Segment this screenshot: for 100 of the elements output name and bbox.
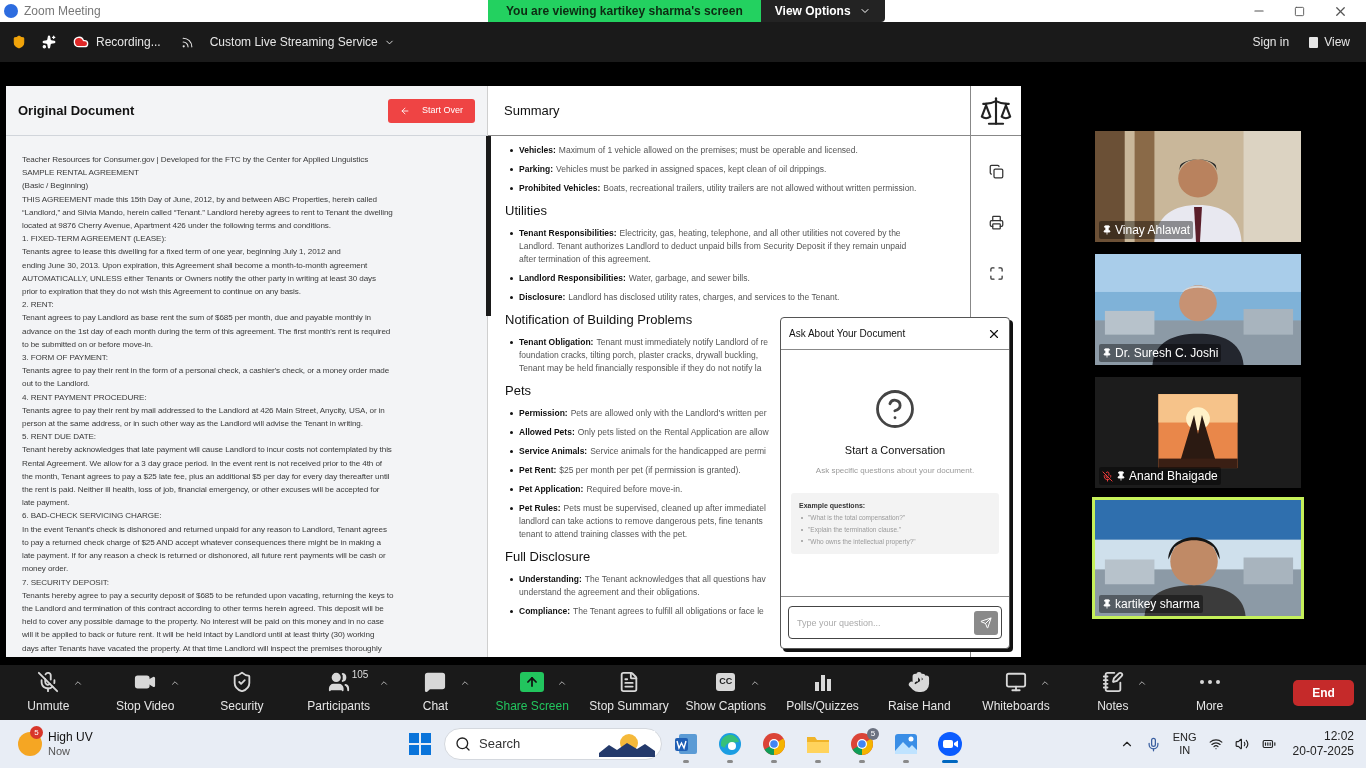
clock-time[interactable]: 12:02	[1323, 729, 1354, 744]
clock-date[interactable]: 20-07-2025	[1292, 744, 1354, 759]
view-options-button[interactable]: View Options	[760, 0, 885, 22]
document-text-line: days after Tenants have vacated the property. At that time Landlord will inspect the premises thoroughly	[22, 642, 383, 655]
toolbar-button[interactable]: Unmute	[0, 667, 97, 718]
wifi-icon[interactable]	[1208, 737, 1223, 751]
document-text-line: 4. RENT PAYMENT PROCEDURE:	[22, 391, 148, 404]
document-text-line: “Landlord,” and Silvia Mando, herein called “Tenant.” Landlord hereby agrees to rent to Tenant the dwelling	[22, 206, 394, 219]
sparkle-icon[interactable]	[42, 35, 56, 49]
participant-count: 105	[351, 668, 369, 682]
browser-swirl-icon	[717, 731, 743, 757]
bullet-icon	[510, 232, 513, 235]
panel-title: Original Document	[18, 101, 135, 120]
microphone-icon[interactable]	[1145, 736, 1161, 752]
toolbar-button[interactable]: Raise Hand	[870, 667, 968, 718]
document-text-line: Tenants agree to lease this dwelling for a fixed term of one year, beginning July 1, 2012 and	[22, 246, 342, 259]
item-text: The Tenant agrees to fulfill all obligations or face le	[573, 605, 764, 618]
toolbar-button[interactable]: Security	[193, 667, 291, 718]
end-button[interactable]: End	[1293, 679, 1354, 706]
empty-state-title: Start a Conversation	[844, 443, 946, 458]
search-label: Search	[479, 735, 521, 754]
question-field[interactable]: Type your question...	[788, 606, 1002, 639]
document-text-line: Tenant agrees to pay Landlord as base rent the sum of $685 per month, due and payable monthly in	[22, 312, 372, 325]
chrome-icon	[761, 731, 787, 757]
language-indicator[interactable]: ENG	[1172, 731, 1197, 744]
video-tile[interactable]: Anand Bhaigade	[1092, 374, 1304, 491]
document-text-line: Tenants agree to pay their rent in the form of a personal check, a cashier's check, or a money order made	[22, 365, 391, 378]
sign-in-link[interactable]: Sign in	[1252, 33, 1290, 51]
viewing-banner: You are viewing kartikey sharma's screen	[488, 0, 761, 22]
document-text-line: person at the same address, or in such other way as the Landlord will advise the Tenant in writing.	[22, 418, 364, 431]
document-text-line: Teacher Resources for Consumer.gov | Developed for the FTC by the Center for Applied Linguistics	[22, 154, 370, 166]
bullet-icon	[510, 488, 513, 491]
monitor-icon	[1005, 671, 1028, 693]
recording-status[interactable]: Recording...	[96, 33, 161, 51]
pin-icon	[1116, 471, 1126, 481]
streaming-dropdown[interactable]: Custom Live Streaming Service	[209, 33, 395, 51]
toolbar-button[interactable]: Share Screen	[483, 667, 581, 718]
item-label: Allowed Pets:	[519, 426, 575, 439]
copy-icon[interactable]	[988, 164, 1004, 179]
item-text: Water, garbage, and sewer bills.	[628, 272, 750, 285]
bullet-icon	[510, 149, 513, 152]
app-logo-icon	[4, 4, 18, 18]
notification-badge: 5	[30, 726, 43, 739]
section-heading: Utilities	[505, 202, 548, 220]
document-text-line: located at 9876 Cherry Avenue, Apartment 426 under the following terms and conditions.	[22, 220, 332, 232]
document-text-line: to pay a returned check charge of $25 AND accept whatever consequences there might be in making a	[22, 536, 382, 549]
rss-icon[interactable]	[180, 35, 194, 49]
document-text-line: THIS AGREEMENT made this 15th Day of June, 2012, by and between ABC Properties, herein called	[22, 193, 378, 206]
document-text-line: ending June 30, 2013. Upon expiration, this Agreement shall become a month-to-month agreement	[22, 259, 369, 272]
toolbar-button[interactable]: Chat	[387, 667, 484, 718]
document-text-line: the month, Tenant agrees to pay a $25 late fee, plus an additional $5 per day for every day thereafter until	[22, 470, 391, 483]
bullet-icon	[510, 507, 513, 510]
toolbar-button[interactable]: 105 Participants	[290, 667, 388, 718]
view-button[interactable]: View	[1309, 33, 1350, 51]
document-text-line: the Landlord and termination of this contract according to other terms herein agreed. This deposit will be	[22, 602, 385, 615]
print-icon[interactable]	[988, 215, 1004, 230]
document-text-line: will it be applied to back or future rent. It will be held intact by Landlord until at least thirty (30) working	[22, 629, 376, 642]
fullscreen-icon[interactable]	[988, 266, 1004, 281]
video-tile[interactable]: kartikey sharma	[1092, 497, 1304, 619]
video-tile[interactable]: Dr. Suresh C. Joshi	[1092, 251, 1304, 368]
document-text-line: 6. BAD-CHECK SERVICING CHARGE:	[22, 510, 163, 523]
toolbar-button[interactable]: Stop Video	[96, 667, 194, 718]
toolbar-button[interactable]: Stop Summary	[580, 667, 678, 718]
toolbar-button[interactable]: Notes	[1064, 667, 1162, 718]
pin-icon	[1102, 599, 1112, 609]
document-text-line: In the event Tenant's check is dishonored and returned unpaid for any reason to Landlord, Tenant agrees	[22, 523, 388, 536]
restore-icon[interactable]	[1294, 5, 1305, 17]
toolbar-button[interactable]: CC Show Captions	[677, 667, 775, 718]
item-text: Tenant may be held financially responsible if they do not notify la	[519, 362, 763, 375]
document-text-line: Tenants hereby agree to pay a security deposit of $685 to be refunded upon vacating, returning the keys to	[22, 589, 395, 602]
item-text: Pets are allowed only with the Landlord's written per	[570, 407, 767, 420]
battery-icon[interactable]	[1260, 737, 1277, 751]
more-icon	[1199, 680, 1220, 684]
people-icon	[327, 671, 350, 693]
send-icon	[980, 616, 992, 629]
search-field[interactable]: Search	[444, 728, 662, 760]
section-heading: Full Disclosure	[505, 548, 592, 566]
item-text: Electricity, gas, heating, telephone, and all other utilities not covered by the	[619, 227, 901, 240]
bullet-icon	[510, 469, 513, 472]
item-text: Maximum of 1 vehicle allowed on the premises; must be operable and licensed.	[558, 144, 858, 157]
toolbar-button[interactable]: Whiteboards	[967, 667, 1065, 718]
toolbar-button[interactable]: Polls/Quizzes	[774, 667, 871, 718]
item-text: Landlord has disclosed utility rates, charges, and services to the Tenant.	[568, 291, 840, 304]
region-indicator[interactable]: IN	[1179, 744, 1191, 757]
item-label: Permission:	[519, 407, 568, 420]
bullet-icon	[510, 296, 513, 299]
scrollbar-thumb[interactable]	[486, 136, 491, 316]
cloud-recording-icon[interactable]	[72, 34, 90, 50]
start-over-button[interactable]: Start Over	[388, 98, 475, 123]
toolbar-button[interactable]: More	[1161, 667, 1258, 718]
shield-icon[interactable]	[12, 35, 26, 49]
document-text-line: money order.	[22, 563, 70, 576]
captions-icon: CC	[716, 673, 736, 691]
item-text: Service animals for the handicapped are permi	[590, 445, 766, 458]
item-label: Service Animals:	[519, 445, 588, 458]
document-text-line: AUTOMATICALLY, UNLESS either Tenants or Owners notify the other party in writing at least 30 days	[22, 272, 377, 285]
volume-icon[interactable]	[1234, 737, 1249, 751]
send-button[interactable]	[974, 610, 998, 635]
item-label: Pet Rules:	[519, 502, 561, 515]
section-heading: Pets	[505, 382, 532, 400]
